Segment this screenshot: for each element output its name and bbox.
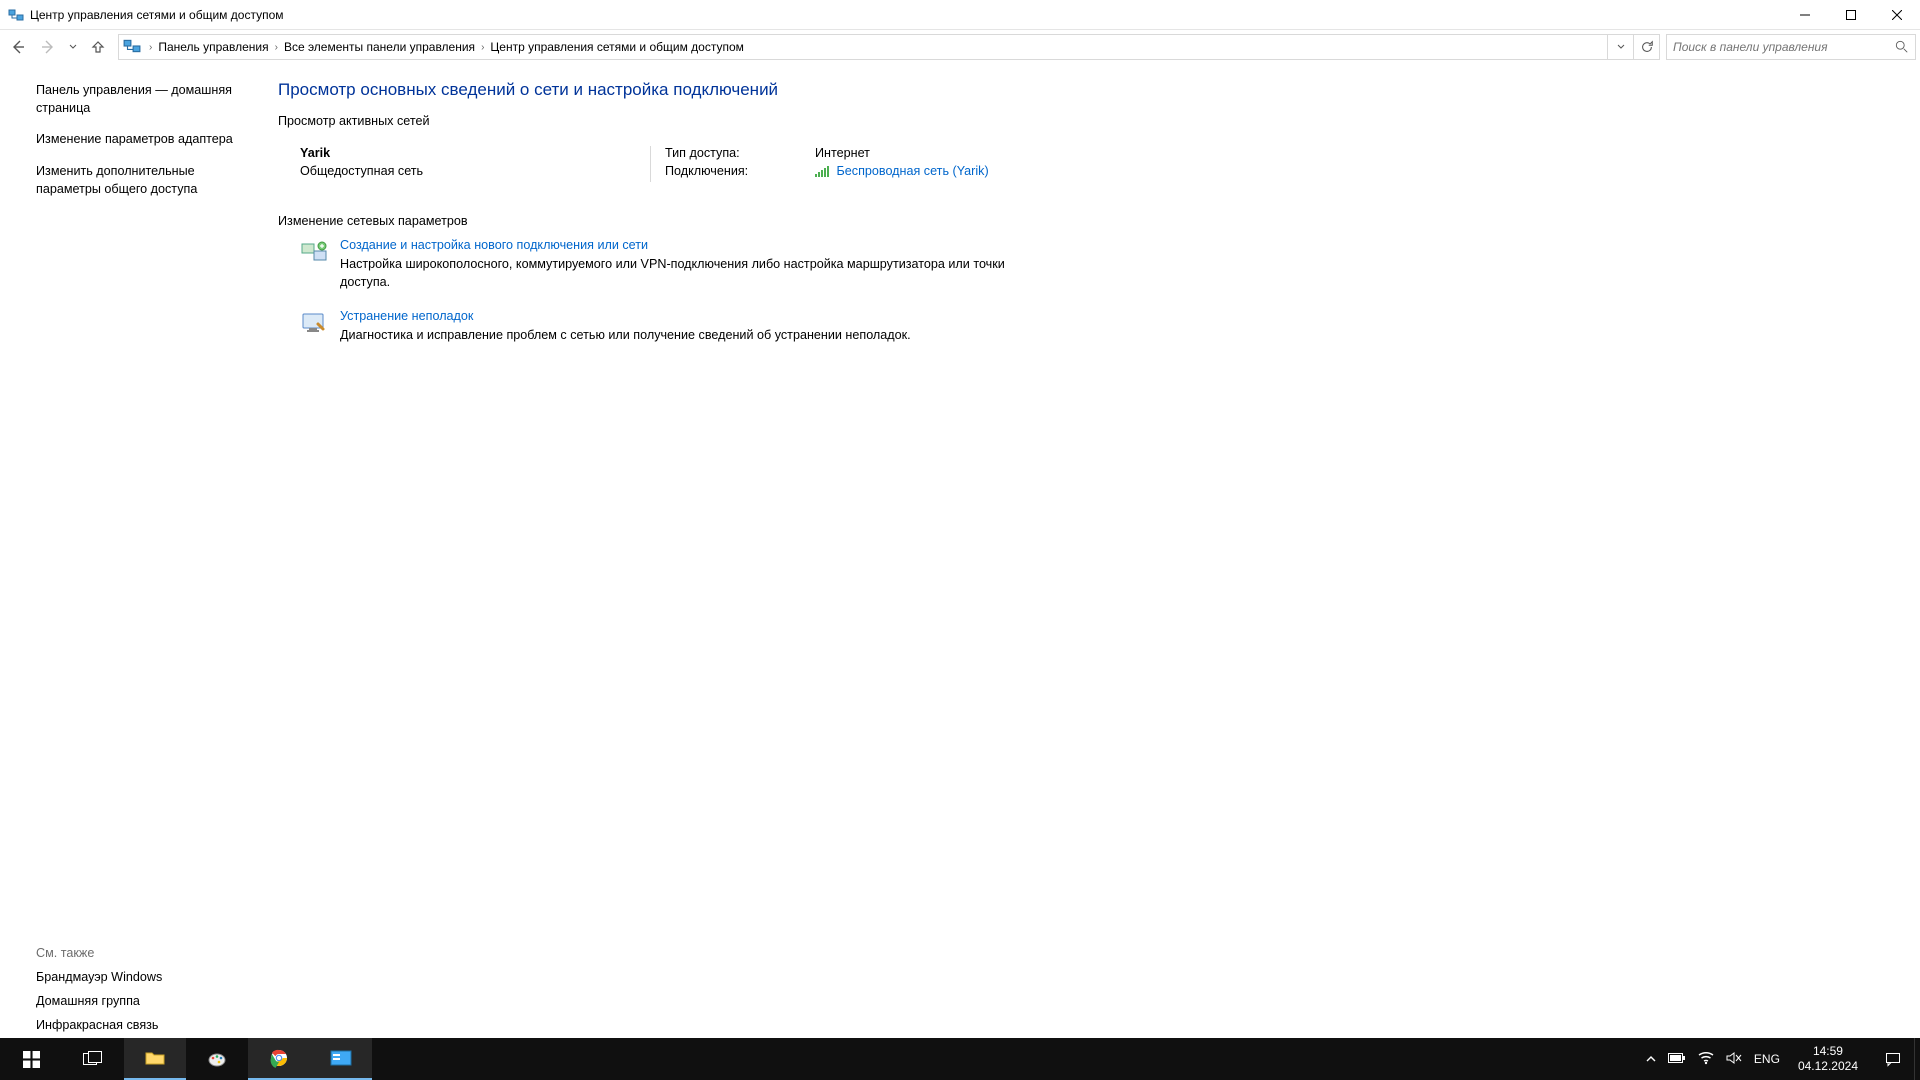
nav-up-button[interactable] <box>84 33 112 61</box>
maximize-button[interactable] <box>1828 0 1874 30</box>
window-title: Центр управления сетями и общим доступом <box>30 8 284 22</box>
taskbar-app-paint[interactable] <box>186 1038 248 1080</box>
breadcrumb-item[interactable]: Все элементы панели управления <box>280 35 479 59</box>
wifi-signal-icon <box>815 166 829 178</box>
sidebar-home-link[interactable]: Панель управления — домашняя страница <box>36 82 246 117</box>
network-name: Yarik <box>300 146 650 160</box>
nav-recent-dropdown[interactable] <box>64 33 82 61</box>
start-button[interactable] <box>0 1038 62 1080</box>
breadcrumb-item[interactable]: Центр управления сетями и общим доступом <box>486 35 748 59</box>
network-center-icon <box>8 7 24 23</box>
connection-link[interactable]: Беспроводная сеть (Yarik) <box>837 164 989 178</box>
taskbar-app-control-panel[interactable] <box>310 1038 372 1080</box>
seealso-link-homegroup[interactable]: Домашняя группа <box>36 994 246 1008</box>
search-box[interactable] <box>1666 34 1916 60</box>
nav-forward-button[interactable] <box>34 33 62 61</box>
show-desktop-button[interactable] <box>1914 1038 1920 1080</box>
search-input[interactable] <box>1673 40 1895 54</box>
action-center-button[interactable] <box>1872 1038 1914 1080</box>
sidebar-item-adapter-settings[interactable]: Изменение параметров адаптера <box>36 131 246 149</box>
new-connection-desc: Настройка широкополосного, коммутируемог… <box>340 256 1020 291</box>
volume-muted-icon[interactable] <box>1726 1051 1742 1068</box>
chevron-right-icon[interactable]: › <box>479 42 486 53</box>
nav-back-button[interactable] <box>4 33 32 61</box>
see-also-header: См. также <box>36 946 246 960</box>
troubleshoot-icon <box>300 309 328 337</box>
active-networks-header: Просмотр активных сетей <box>278 114 1020 128</box>
language-indicator[interactable]: ENG <box>1754 1052 1780 1066</box>
tray-overflow-button[interactable] <box>1646 1051 1656 1067</box>
connections-label: Подключения: <box>665 164 815 178</box>
network-type: Общедоступная сеть <box>300 164 650 178</box>
troubleshoot-desc: Диагностика и исправление проблем с сеть… <box>340 327 911 345</box>
close-button[interactable] <box>1874 0 1920 30</box>
minimize-button[interactable] <box>1782 0 1828 30</box>
new-connection-link[interactable]: Создание и настройка нового подключения … <box>340 238 1020 252</box>
address-bar[interactable]: › Панель управления › Все элементы панел… <box>118 34 1660 60</box>
seealso-link-firewall[interactable]: Брандмауэр Windows <box>36 970 246 984</box>
chevron-right-icon[interactable]: › <box>273 42 280 53</box>
tray-clock[interactable]: 14:59 04.12.2024 <box>1792 1044 1864 1074</box>
control-panel-icon <box>123 37 143 57</box>
task-view-button[interactable] <box>62 1038 124 1080</box>
tray-time: 14:59 <box>1798 1044 1858 1059</box>
troubleshoot-link[interactable]: Устранение неполадок <box>340 309 911 323</box>
tray-date: 04.12.2024 <box>1798 1059 1858 1074</box>
chevron-right-icon[interactable]: › <box>147 42 154 53</box>
taskbar-app-chrome[interactable] <box>248 1038 310 1080</box>
sidebar-item-advanced-sharing[interactable]: Изменить дополнительные параметры общего… <box>36 163 246 198</box>
page-title: Просмотр основных сведений о сети и наст… <box>278 80 1020 100</box>
refresh-button[interactable] <box>1633 35 1659 59</box>
access-type-value: Интернет <box>815 146 870 160</box>
taskbar-app-explorer[interactable] <box>124 1038 186 1080</box>
breadcrumb-item[interactable]: Панель управления <box>154 35 272 59</box>
seealso-link-infrared[interactable]: Инфракрасная связь <box>36 1018 246 1032</box>
address-dropdown-button[interactable] <box>1607 35 1633 59</box>
access-type-label: Тип доступа: <box>665 146 815 160</box>
wifi-tray-icon[interactable] <box>1698 1051 1714 1068</box>
new-connection-icon <box>300 238 328 266</box>
battery-icon[interactable] <box>1668 1051 1686 1067</box>
search-icon[interactable] <box>1895 40 1909 54</box>
change-settings-header: Изменение сетевых параметров <box>278 214 1020 228</box>
